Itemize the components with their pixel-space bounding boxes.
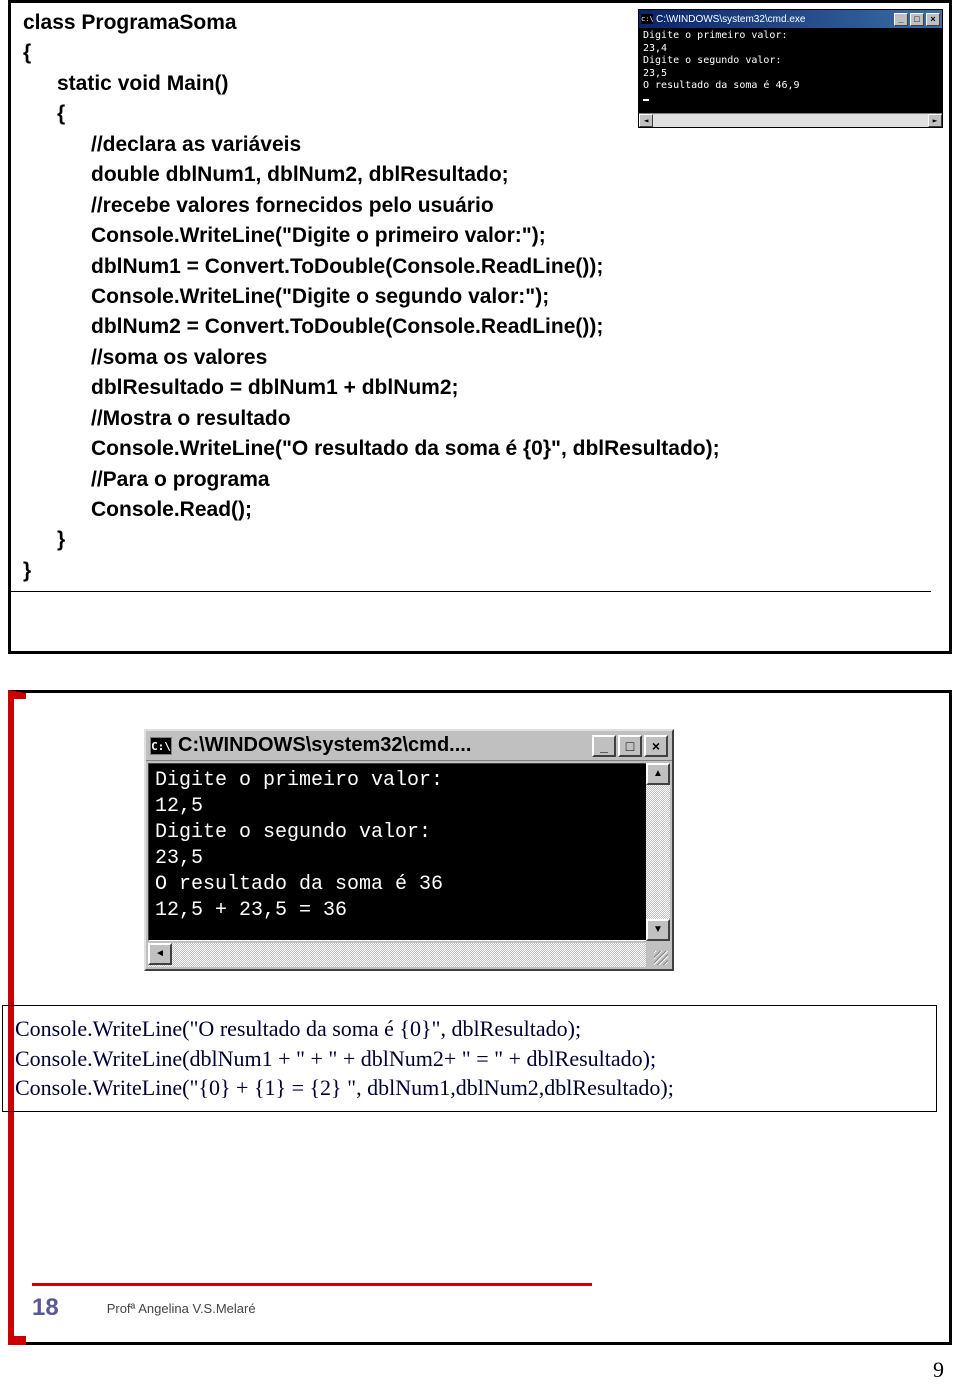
scroll-right-button[interactable]: ► [928,114,942,127]
code-line: double dblNum1, dblNum2, dblResultado; [23,160,919,190]
close-button[interactable]: × [926,13,940,26]
code-line: Console.WriteLine(dblNum1 + " + " + dblN… [15,1044,924,1074]
code-line: Console.WriteLine("O resultado da soma é… [15,1014,924,1044]
maximize-button[interactable]: □ [910,13,924,26]
code-line: } [23,559,31,582]
cursor-icon [643,99,649,101]
code-line: dblNum1 = Convert.ToDouble(Console.ReadL… [23,252,919,282]
code-line: //Mostra o resultado [23,404,919,434]
close-button[interactable]: × [644,735,668,757]
page-number: 9 [933,1357,944,1383]
window-title: C:\WINDOWS\system32\cmd.... [178,734,471,757]
scroll-left-button[interactable]: ◄ [148,943,172,965]
code-line: class ProgramaSoma [23,11,237,34]
scroll-track[interactable] [653,114,928,127]
console-output: Digite o primeiro valor: 12,5 Digite o s… [148,763,670,941]
code-line: } [23,525,919,555]
cmd-icon: c:\ [641,14,653,24]
code-line: Console.WriteLine("Digite o segundo valo… [23,282,919,312]
divider-bar [32,1283,592,1286]
code-line: { [23,41,31,64]
code-line: Console.WriteLine("O resultado da soma é… [23,434,919,464]
titlebar[interactable]: C:\ C:\WINDOWS\system32\cmd.... _ □ × [146,731,672,761]
code-snippet-box: Console.WriteLine("O resultado da soma é… [2,1005,937,1112]
scroll-down-button[interactable]: ▼ [646,919,670,941]
slide-number: 18 [32,1294,59,1322]
cmd-icon: C:\ [150,737,172,755]
resize-grip-icon[interactable] [646,943,670,967]
code-line: Console.WriteLine("Digite o primeiro val… [23,221,919,251]
vertical-scrollbar[interactable]: ▲ ▼ [646,763,670,941]
scroll-up-button[interactable]: ▲ [646,763,670,785]
code-line: Console.WriteLine("{0} + {1} = {2} ", db… [15,1073,924,1103]
cmd-window-large: C:\ C:\WINDOWS\system32\cmd.... _ □ × Di… [144,729,674,971]
slide-1: class ProgramaSoma { static void Main() … [8,0,952,654]
maximize-button[interactable]: □ [618,735,642,757]
code-line: dblNum2 = Convert.ToDouble(Console.ReadL… [23,312,919,342]
code-line: //soma os valores [23,343,919,373]
code-line: //Para o programa [23,465,919,495]
horizontal-scrollbar[interactable]: ◄ ► [639,113,942,127]
minimize-button[interactable]: _ [894,13,908,26]
console-output: Digite o primeiro valor: 23,4 Digite o s… [639,28,942,113]
slide-footer: 18 Profª Angelina V.S.Melaré [32,1294,256,1322]
code-line: dblResultado = dblNum1 + dblNum2; [23,373,919,403]
titlebar[interactable]: c:\ C:\WINDOWS\system32\cmd.exe _ □ × [639,10,942,28]
horizontal-scrollbar[interactable]: ◄ ► [148,943,670,967]
cmd-window-small: c:\ C:\WINDOWS\system32\cmd.exe _ □ × Di… [638,9,943,128]
code-line: Console.Read(); [23,495,919,525]
code-line: //recebe valores fornecidos pelo usuário [23,191,919,221]
author-credit: Profª Angelina V.S.Melaré [107,1301,256,1316]
window-title: C:\WINDOWS\system32\cmd.exe [656,14,805,25]
slide-2: C:\ C:\WINDOWS\system32\cmd.... _ □ × Di… [8,690,952,1345]
scroll-left-button[interactable]: ◄ [639,114,653,127]
minimize-button[interactable]: _ [592,735,616,757]
code-line: //declara as variáveis [23,130,919,160]
